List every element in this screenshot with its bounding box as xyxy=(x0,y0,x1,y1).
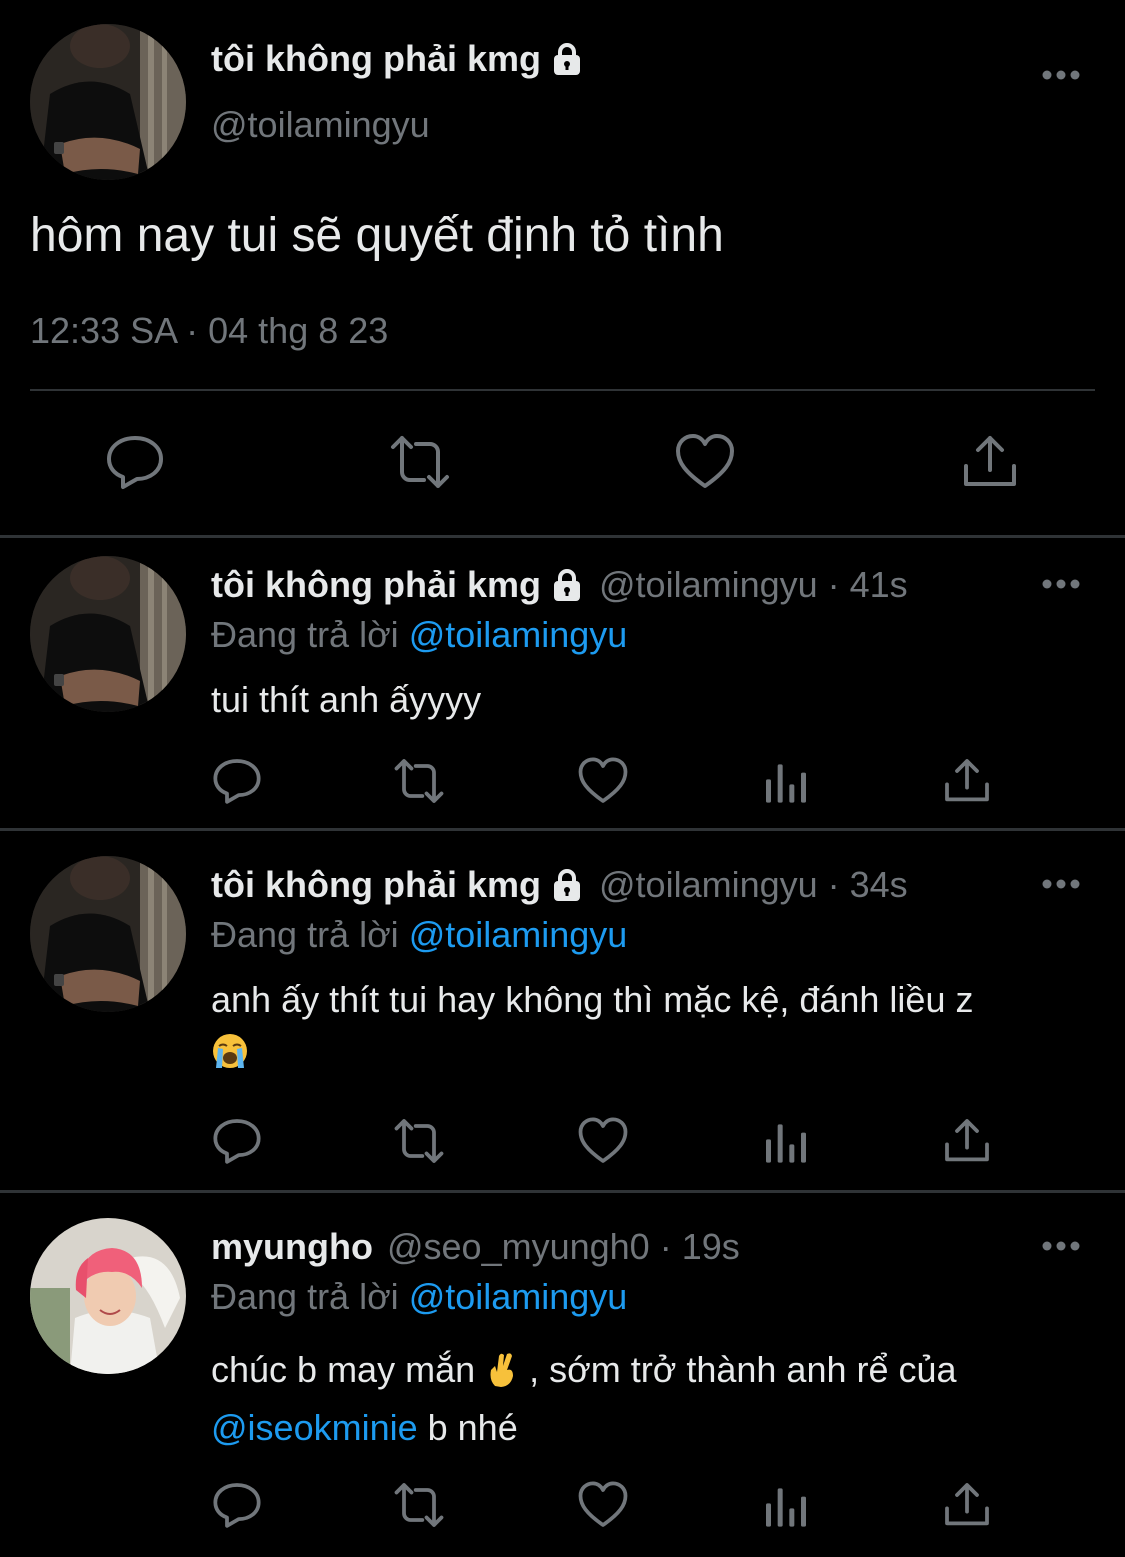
replying-to: Đang trả lời @toilamingyu xyxy=(211,1276,627,1318)
tweet-text: tui thít anh ấyyyy xyxy=(211,674,1091,726)
avatar[interactable] xyxy=(30,856,186,1012)
tweet-actions xyxy=(0,1480,1125,1536)
like-icon[interactable] xyxy=(578,1480,628,1530)
more-options-icon[interactable] xyxy=(1041,878,1081,890)
tweet-text-part: chúc b may mắn xyxy=(211,1349,486,1390)
display-name[interactable]: tôi không phải kmg xyxy=(211,38,541,80)
relative-time[interactable]: 19s xyxy=(682,1226,740,1268)
retweet-icon[interactable] xyxy=(394,756,444,806)
reply-tweet[interactable]: myungho @seo_myungh0 · 19s Đang trả lời … xyxy=(0,1200,1125,1557)
author-handle[interactable]: @toilamingyu xyxy=(599,564,818,606)
replying-label: Đang trả lời xyxy=(211,1276,409,1317)
retweet-icon[interactable] xyxy=(394,1116,444,1166)
replying-to: Đang trả lời @toilamingyu xyxy=(211,614,627,656)
more-options-icon[interactable] xyxy=(1041,1240,1081,1252)
tweet-actions xyxy=(0,756,1125,812)
replying-to-link[interactable]: @toilamingyu xyxy=(409,1276,628,1317)
author-row: tôi không phải kmg @toilamingyu · 41s xyxy=(211,564,908,606)
lock-icon xyxy=(549,567,585,603)
tweet-text: hôm nay tui sẽ quyết định tỏ tình xyxy=(30,209,724,262)
replying-to-link[interactable]: @toilamingyu xyxy=(409,614,628,655)
replying-to-link[interactable]: @toilamingyu xyxy=(409,914,628,955)
divider xyxy=(0,1190,1125,1193)
tweet-text-part: b nhé xyxy=(417,1407,518,1448)
separator-dot: · xyxy=(827,564,840,605)
author-row: myungho @seo_myungh0 · 19s xyxy=(211,1226,740,1268)
author-handle[interactable]: @toilamingyu xyxy=(599,864,818,906)
display-name[interactable]: tôi không phải kmg xyxy=(211,864,541,906)
like-icon[interactable] xyxy=(675,432,735,492)
reply-tweet[interactable]: tôi không phải kmg @toilamingyu · 34s Đa… xyxy=(0,838,1125,1190)
more-options-icon[interactable] xyxy=(1041,578,1081,590)
avatar[interactable] xyxy=(30,1218,186,1374)
like-icon[interactable] xyxy=(578,756,628,806)
divider xyxy=(30,389,1095,391)
like-icon[interactable] xyxy=(578,1116,628,1166)
relative-time[interactable]: 41s xyxy=(850,564,908,606)
replying-label: Đang trả lời xyxy=(211,614,409,655)
share-icon[interactable] xyxy=(942,1480,992,1530)
reply-icon[interactable] xyxy=(212,1480,262,1530)
loudly-crying-face-emoji xyxy=(211,1032,249,1084)
mention-link[interactable]: @iseokminie xyxy=(211,1407,418,1448)
tweet-text: anh ấy thít tui hay không thì mặc kệ, đá… xyxy=(211,974,1091,1084)
lock-icon xyxy=(549,867,585,903)
more-options-icon[interactable] xyxy=(1041,69,1081,81)
separator-dot: · xyxy=(827,864,840,905)
tweet-actions xyxy=(0,432,1125,496)
analytics-icon[interactable] xyxy=(761,1116,811,1166)
reply-icon[interactable] xyxy=(212,756,262,806)
reply-icon[interactable] xyxy=(212,1116,262,1166)
avatar[interactable] xyxy=(30,24,186,180)
analytics-icon[interactable] xyxy=(761,1480,811,1530)
divider xyxy=(0,828,1125,831)
author-row: tôi không phải kmg @toilamingyu · 34s xyxy=(211,864,908,906)
main-tweet: tôi không phải kmg @toilamingyu hôm nay … xyxy=(0,0,1125,536)
tweet-text-content: anh ấy thít tui hay không thì mặc kệ, đá… xyxy=(211,979,974,1020)
tweet-actions xyxy=(0,1116,1125,1172)
share-icon[interactable] xyxy=(960,432,1020,492)
author-handle[interactable]: @toilamingyu xyxy=(211,104,430,146)
relative-time[interactable]: 34s xyxy=(850,864,908,906)
replying-to: Đang trả lời @toilamingyu xyxy=(211,914,627,956)
reply-icon[interactable] xyxy=(105,432,165,492)
avatar[interactable] xyxy=(30,556,186,712)
replying-label: Đang trả lời xyxy=(211,914,409,955)
tweet-text-content: tui thít anh ấyyyy xyxy=(211,679,482,720)
tweet-thread-page: tôi không phải kmg @toilamingyu hôm nay … xyxy=(0,0,1125,1557)
separator-dot: · xyxy=(659,1226,672,1267)
crossed-fingers-emoji xyxy=(485,1350,519,1402)
analytics-icon[interactable] xyxy=(761,756,811,806)
share-icon[interactable] xyxy=(942,756,992,806)
retweet-icon[interactable] xyxy=(394,1480,444,1530)
author-row: tôi không phải kmg xyxy=(211,38,585,80)
reply-tweet[interactable]: tôi không phải kmg @toilamingyu · 41s Đa… xyxy=(0,538,1125,828)
tweet-text-part: , sớm trở thành anh rể của xyxy=(519,1349,957,1390)
display-name[interactable]: tôi không phải kmg xyxy=(211,564,541,606)
retweet-icon[interactable] xyxy=(390,432,450,492)
tweet-timestamp[interactable]: 12:33 SA · 04 thg 8 23 xyxy=(30,310,388,352)
lock-icon xyxy=(549,41,585,77)
display-name[interactable]: myungho xyxy=(211,1226,373,1268)
share-icon[interactable] xyxy=(942,1116,992,1166)
tweet-text: chúc b may mắn , sớm trở thành anh rể củ… xyxy=(211,1344,1091,1454)
author-handle[interactable]: @seo_myungh0 xyxy=(387,1226,650,1268)
